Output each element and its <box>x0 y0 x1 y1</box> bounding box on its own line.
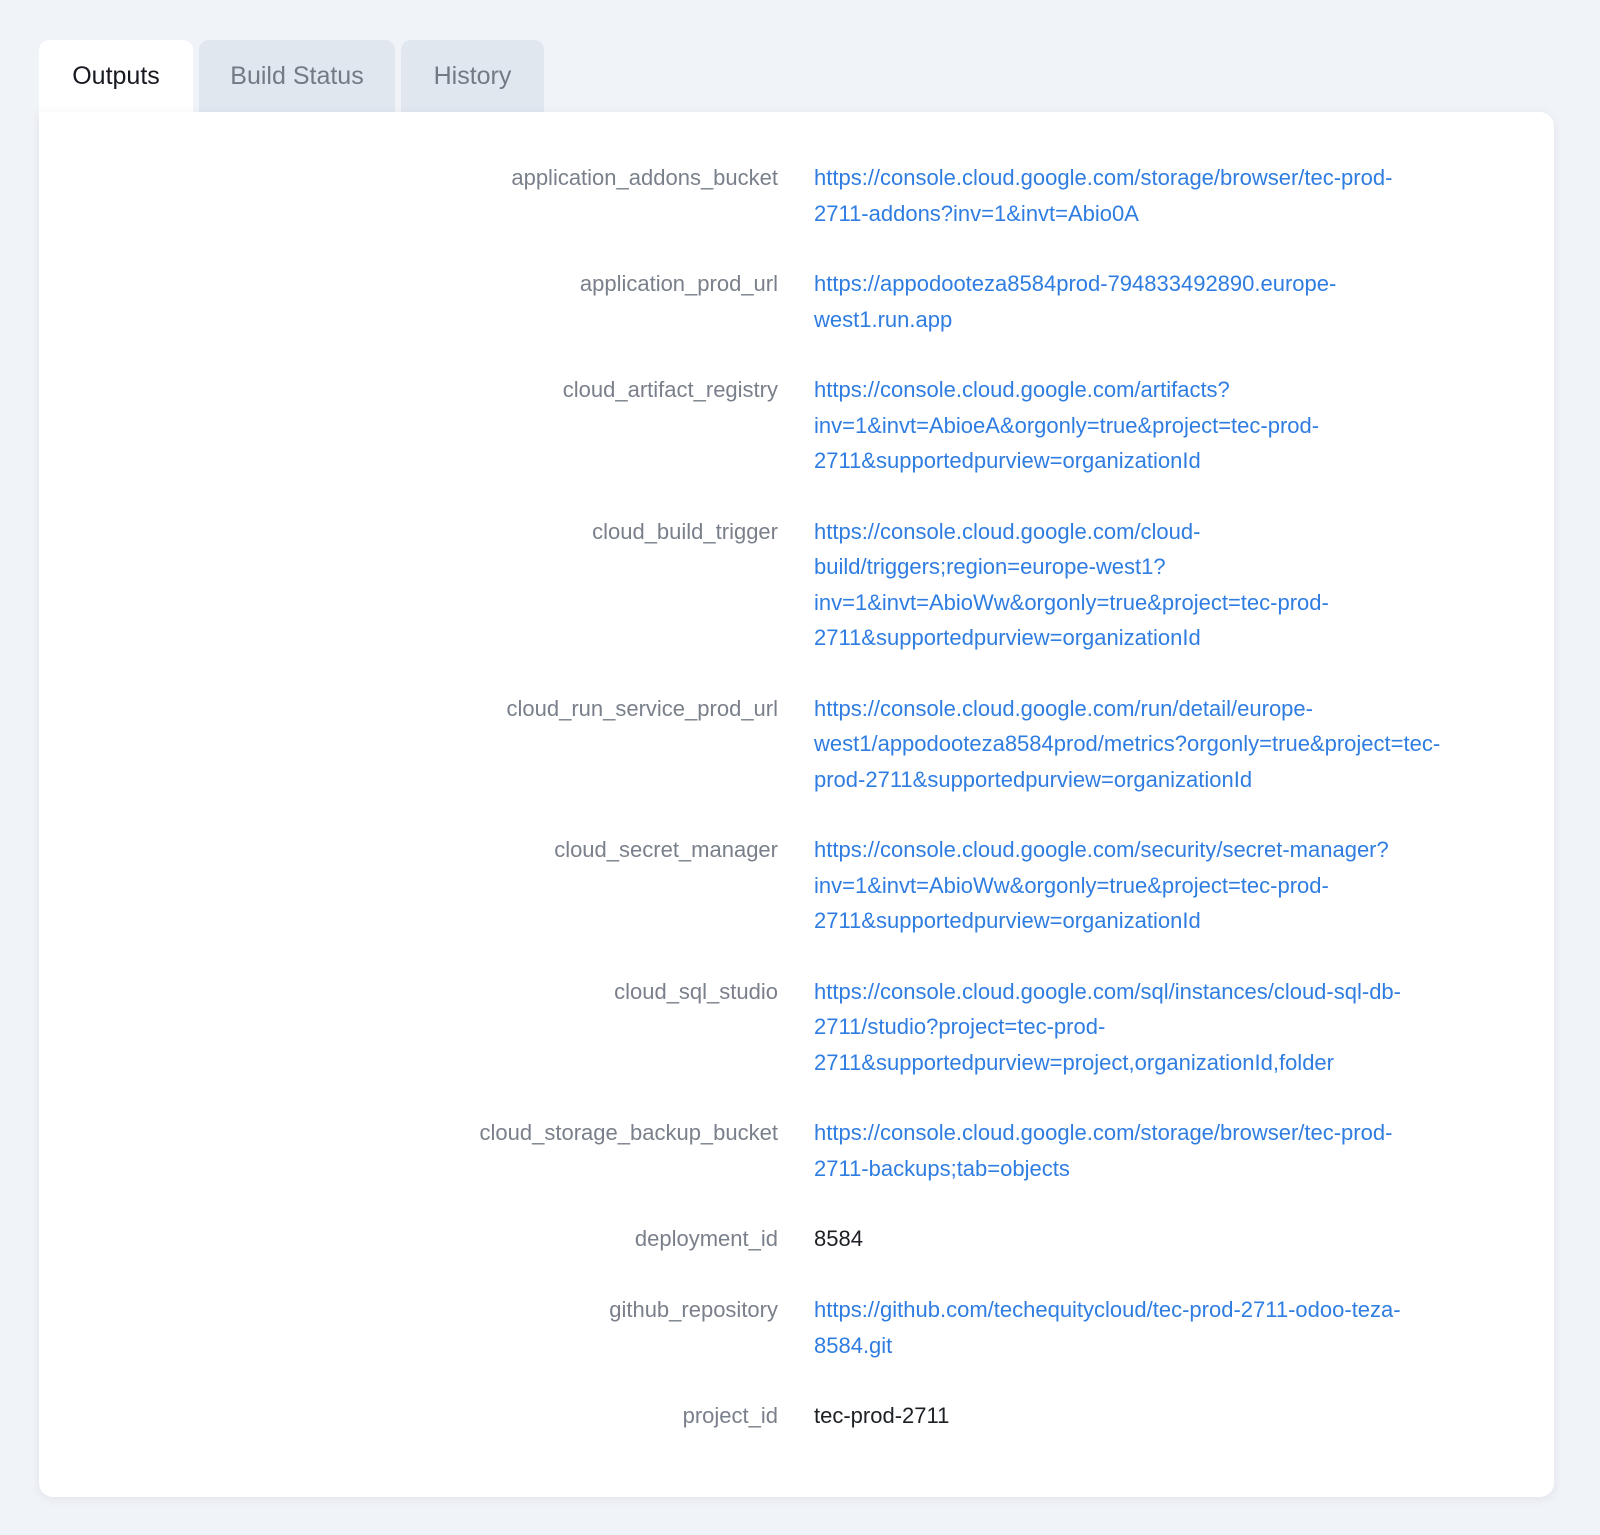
output-link-line: https://console.cloud.google.com/storage… <box>814 1120 1393 1145</box>
output-link-line: https://console.cloud.google.com/artifac… <box>814 377 1230 402</box>
tab-history[interactable]: History <box>401 40 544 113</box>
output-key: cloud_sql_studio <box>614 978 778 1004</box>
output-link[interactable]: https://console.cloud.google.com/storage… <box>814 160 1514 231</box>
output-key: application_addons_bucket <box>511 165 778 190</box>
output-link-line: https://console.cloud.google.com/sql/ins… <box>814 978 1401 1004</box>
output-row-cloud-build-trigger: cloud_build_trigger https://console.clou… <box>39 514 1554 656</box>
output-row-cloud-secret-manager: cloud_secret_manager https://console.clo… <box>39 832 1554 939</box>
output-link-line: inv=1&invt=AbioWw&orgonly=true&project=t… <box>814 872 1329 898</box>
output-link-line: https://appodooteza8584prod-794833492890… <box>814 271 1337 296</box>
output-key: deployment_id <box>634 1226 778 1251</box>
output-key: application_prod_url <box>579 271 778 296</box>
output-row-application-addons-bucket: application_addons_bucket https://consol… <box>39 160 1554 231</box>
output-key: cloud_build_trigger <box>592 518 778 544</box>
output-link[interactable]: https://console.cloud.google.com/run/det… <box>814 691 1514 798</box>
output-value-line: tec-prod-2711 <box>814 1403 950 1428</box>
output-link-line: 2711-addons?inv=1&invt=Abio0A <box>814 200 1139 226</box>
output-link-line: https://console.cloud.google.com/securit… <box>814 837 1389 862</box>
output-key: cloud_run_service_prod_url <box>506 695 779 721</box>
output-row-github-repository: github_repository https://github.com/tec… <box>39 1292 1554 1363</box>
output-value-line: 8584 <box>814 1226 863 1251</box>
output-link-line: 2711-backups;tab=objects <box>814 1155 1070 1181</box>
output-link-line: https://github.com/techequitycloud/tec-p… <box>814 1297 1401 1322</box>
output-value: tec-prod-2711 <box>814 1398 1514 1434</box>
outputs-panel: application_addons_bucket https://consol… <box>39 112 1554 1497</box>
output-link[interactable]: https://github.com/techequitycloud/tec-p… <box>814 1292 1514 1363</box>
output-link[interactable]: https://console.cloud.google.com/cloud- … <box>814 514 1514 656</box>
output-link[interactable]: https://appodooteza8584prod-794833492890… <box>814 266 1514 337</box>
output-link-line: https://console.cloud.google.com/cloud- <box>814 518 1201 544</box>
tab-bar: Outputs Build Status History <box>39 40 544 113</box>
output-link[interactable]: https://console.cloud.google.com/storage… <box>814 1115 1514 1186</box>
output-link-line: inv=1&invt=AbioWw&orgonly=true&project=t… <box>814 589 1329 615</box>
output-value: 8584 <box>814 1221 1514 1257</box>
tab-build-status[interactable]: Build Status <box>199 40 395 113</box>
output-link-line: 2711&supportedpurview=organizationId <box>814 448 1201 473</box>
output-link-line: 8584.git <box>814 1332 893 1358</box>
output-link-line: 2711&supportedpurview=project,organizati… <box>814 1049 1334 1075</box>
output-link-line: https://console.cloud.google.com/run/det… <box>814 695 1313 721</box>
output-link-line: west1.run.app <box>814 306 953 332</box>
output-row-cloud-sql-studio: cloud_sql_studio https://console.cloud.g… <box>39 974 1554 1081</box>
output-link[interactable]: https://console.cloud.google.com/artifac… <box>814 372 1514 479</box>
output-link-line: 2711&supportedpurview=organizationId <box>814 908 1201 933</box>
output-row-cloud-storage-backup-bucket: cloud_storage_backup_bucket https://cons… <box>39 1115 1554 1186</box>
output-key: cloud_storage_backup_bucket <box>479 1120 778 1145</box>
output-link-line: https://console.cloud.google.com/storage… <box>814 165 1393 190</box>
output-link-line: 2711&supportedpurview=organizationId <box>814 625 1201 650</box>
outputs-list: application_addons_bucket https://consol… <box>39 160 1554 1469</box>
output-link-line: prod-2711&supportedpurview=organizationI… <box>814 766 1253 792</box>
output-link-line: 2711/studio?project=tec-prod- <box>814 1014 1106 1039</box>
output-row-application-prod-url: application_prod_url https://appodooteza… <box>39 266 1554 337</box>
output-row-cloud-run-service-prod-url: cloud_run_service_prod_url https://conso… <box>39 691 1554 798</box>
output-link[interactable]: https://console.cloud.google.com/securit… <box>814 832 1514 939</box>
output-row-cloud-artifact-registry: cloud_artifact_registry https://console.… <box>39 372 1554 479</box>
output-link-line: inv=1&invt=AbioeA&orgonly=true&project=t… <box>814 412 1320 438</box>
output-key: project_id <box>682 1403 778 1428</box>
output-link-line: west1/appodooteza8584prod/metrics?orgonl… <box>814 731 1441 756</box>
output-key: github_repository <box>609 1297 778 1322</box>
output-key: cloud_secret_manager <box>554 837 778 862</box>
output-link-line: build/triggers;region=europe-west1? <box>814 554 1166 579</box>
output-key: cloud_artifact_registry <box>562 377 778 402</box>
output-row-deployment-id: deployment_id 8584 <box>39 1221 1554 1257</box>
output-link[interactable]: https://console.cloud.google.com/sql/ins… <box>814 974 1514 1081</box>
output-row-project-id: project_id tec-prod-2711 <box>39 1398 1554 1434</box>
tab-outputs[interactable]: Outputs <box>39 40 193 113</box>
